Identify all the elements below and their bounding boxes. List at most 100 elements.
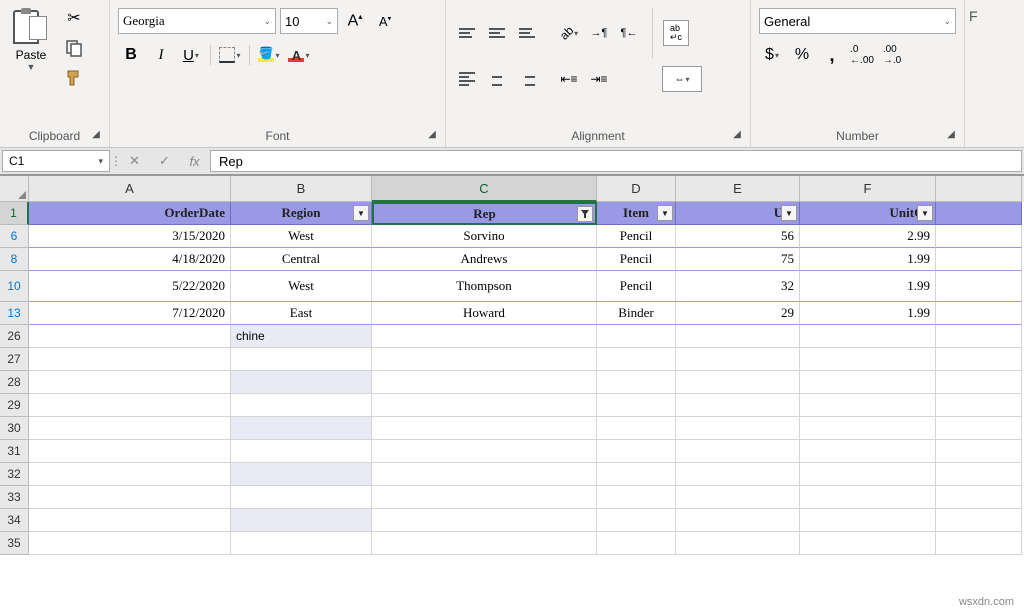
underline-button[interactable]: U▾ — [178, 42, 204, 68]
cell[interactable] — [231, 532, 372, 555]
clipboard-dialog-launcher[interactable]: ◢ — [89, 127, 103, 141]
cell[interactable] — [597, 394, 676, 417]
italic-button[interactable]: I — [148, 42, 174, 68]
increase-decimal-button[interactable]: .0←.00 — [849, 42, 875, 68]
header-cell-F[interactable]: UnitCo▼ — [800, 202, 936, 225]
column-header-C[interactable]: C — [372, 176, 597, 202]
align-middle-button[interactable] — [484, 20, 510, 46]
filter-active-icon[interactable] — [577, 206, 593, 222]
row-header-31[interactable]: 31 — [0, 440, 29, 463]
ltr-button[interactable]: →¶ — [586, 20, 612, 46]
cell[interactable] — [936, 486, 1022, 509]
cell[interactable]: 1.99 — [800, 271, 936, 302]
insert-function-button[interactable]: fx — [180, 148, 210, 174]
row-header-28[interactable]: 28 — [0, 371, 29, 394]
cell[interactable] — [676, 440, 800, 463]
cell[interactable] — [800, 371, 936, 394]
cell[interactable]: West — [231, 271, 372, 302]
cut-button[interactable]: ✂ — [62, 6, 86, 30]
cell[interactable]: Sorvino — [372, 225, 597, 248]
row-header-29[interactable]: 29 — [0, 394, 29, 417]
cell[interactable]: West — [231, 225, 372, 248]
row-header-27[interactable]: 27 — [0, 348, 29, 371]
column-header-E[interactable]: E — [676, 176, 800, 202]
decrease-indent-button[interactable]: ⇤≡ — [556, 66, 582, 92]
cell[interactable] — [372, 509, 597, 532]
cell[interactable] — [231, 509, 372, 532]
column-header-D[interactable]: D — [597, 176, 676, 202]
cell[interactable]: 32 — [676, 271, 800, 302]
cell[interactable] — [29, 486, 231, 509]
name-box[interactable]: C1 ▾ — [2, 150, 110, 172]
paste-button[interactable]: Paste ▼ — [6, 4, 56, 76]
cell[interactable] — [372, 440, 597, 463]
cell[interactable]: 2.99 — [800, 225, 936, 248]
cell[interactable] — [29, 394, 231, 417]
header-cell-D[interactable]: Item▼ — [597, 202, 676, 225]
cell[interactable] — [800, 509, 936, 532]
row-header-35[interactable]: 35 — [0, 532, 29, 555]
filter-dropdown-icon[interactable]: ▼ — [353, 205, 369, 221]
column-header-A[interactable]: A — [29, 176, 231, 202]
decrease-decimal-button[interactable]: .00→.0 — [879, 42, 905, 68]
cancel-formula-button[interactable]: ✕ — [120, 148, 150, 174]
cell[interactable] — [676, 371, 800, 394]
cell[interactable] — [29, 532, 231, 555]
header-cell-B[interactable]: Region▼ — [231, 202, 372, 225]
cell[interactable]: Pencil — [597, 248, 676, 271]
cell[interactable] — [676, 486, 800, 509]
cell[interactable] — [597, 371, 676, 394]
align-right-button[interactable] — [514, 66, 540, 92]
bold-button[interactable]: B — [118, 42, 144, 68]
cell[interactable]: Thompson — [372, 271, 597, 302]
fill-color-button[interactable]: 🪣▾ — [256, 42, 282, 68]
cell[interactable] — [372, 532, 597, 555]
cell[interactable] — [231, 371, 372, 394]
border-button[interactable]: ▾ — [217, 42, 243, 68]
cell[interactable] — [936, 302, 1022, 325]
cell[interactable] — [372, 394, 597, 417]
cell[interactable] — [372, 371, 597, 394]
copy-button[interactable] — [62, 36, 86, 60]
header-cell-A[interactable]: OrderDate — [29, 202, 231, 225]
cell[interactable]: Pencil — [597, 225, 676, 248]
accounting-format-button[interactable]: $▾ — [759, 42, 785, 68]
row-header-8[interactable]: 8 — [0, 248, 29, 271]
cell[interactable] — [231, 417, 372, 440]
cell[interactable] — [597, 417, 676, 440]
cell[interactable]: chine — [231, 325, 372, 348]
filter-dropdown-icon[interactable]: ▼ — [917, 205, 933, 221]
format-painter-button[interactable] — [62, 66, 86, 90]
cell[interactable] — [597, 486, 676, 509]
font-size-select[interactable]: 10 ⌄ — [280, 8, 338, 34]
column-header-B[interactable]: B — [231, 176, 372, 202]
rtl-button[interactable]: ¶← — [616, 20, 642, 46]
cell[interactable] — [676, 532, 800, 555]
wrap-text-button[interactable]: ab↵c — [663, 20, 689, 46]
cell[interactable]: Andrews — [372, 248, 597, 271]
cell[interactable] — [29, 440, 231, 463]
filter-dropdown-icon[interactable]: ▼ — [781, 205, 797, 221]
cell[interactable] — [29, 371, 231, 394]
cell[interactable] — [800, 417, 936, 440]
cell[interactable]: Howard — [372, 302, 597, 325]
font-color-button[interactable]: A▾ — [286, 42, 312, 68]
cell[interactable] — [372, 463, 597, 486]
increase-indent-button[interactable]: ⇥≡ — [586, 66, 612, 92]
cell[interactable] — [29, 417, 231, 440]
cell[interactable] — [29, 463, 231, 486]
cell[interactable] — [800, 440, 936, 463]
increase-font-button[interactable]: A▴ — [342, 8, 368, 34]
comma-button[interactable]: , — [819, 42, 845, 68]
column-header-extra[interactable] — [936, 176, 1022, 202]
cell[interactable]: Binder — [597, 302, 676, 325]
cell[interactable] — [936, 463, 1022, 486]
cell[interactable] — [936, 271, 1022, 302]
cell[interactable]: 56 — [676, 225, 800, 248]
formula-input[interactable]: Rep — [210, 150, 1022, 172]
cell[interactable] — [597, 509, 676, 532]
cell[interactable] — [231, 486, 372, 509]
row-header-1[interactable]: 1 — [0, 202, 29, 225]
number-dialog-launcher[interactable]: ◢ — [944, 127, 958, 141]
decrease-font-button[interactable]: A▾ — [372, 8, 398, 34]
